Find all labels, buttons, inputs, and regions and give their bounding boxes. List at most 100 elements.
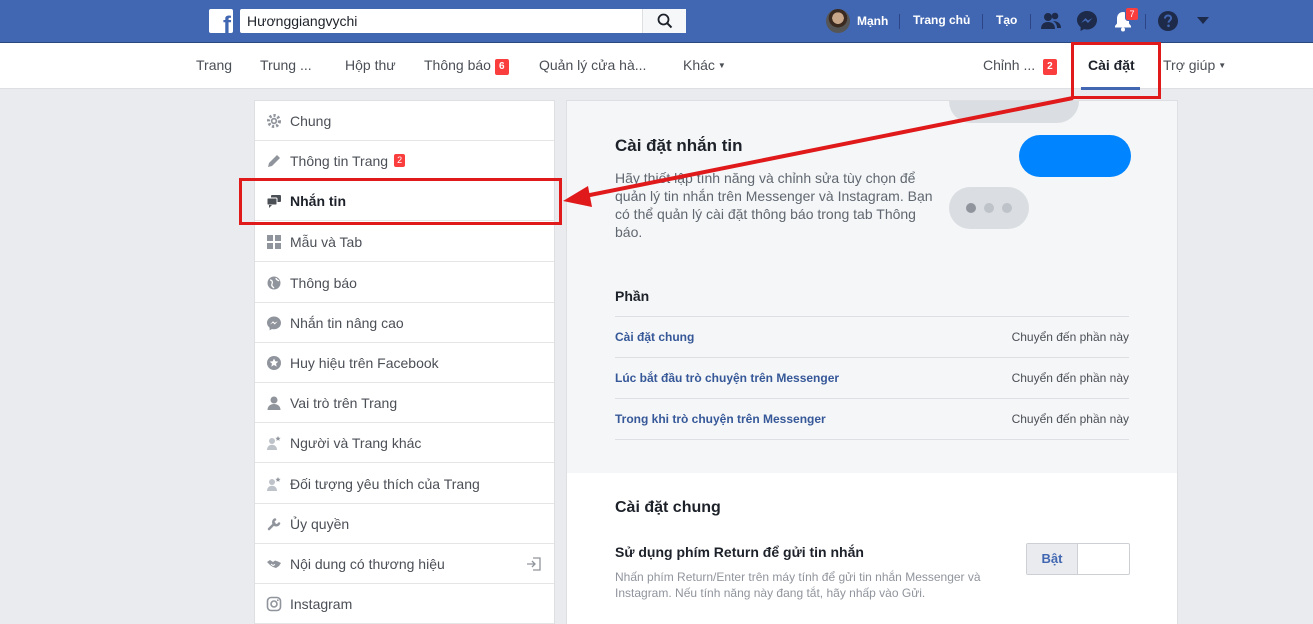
person-star-icon bbox=[265, 434, 283, 452]
nav-help[interactable]: Trợ giúp ▼ bbox=[1163, 57, 1226, 73]
jump-to-section-link[interactable]: Chuyển đến phần này bbox=[1012, 412, 1129, 426]
section-row: Lúc bắt đầu trò chuyện trên Messenger Ch… bbox=[615, 357, 1129, 398]
chevron-down-icon: ▼ bbox=[717, 61, 726, 70]
person-star-icon bbox=[265, 475, 283, 493]
sidebar-item-label: Nhắn tin nâng cao bbox=[290, 314, 404, 331]
sidebar-item-label: Huy hiệu trên Facebook bbox=[290, 354, 439, 371]
globe-icon bbox=[265, 274, 283, 292]
section-row: Cài đặt chung Chuyển đến phần này bbox=[615, 316, 1129, 357]
facebook-logo-icon[interactable]: f bbox=[209, 9, 233, 33]
chat-bubble-illustration bbox=[949, 101, 1079, 123]
user-profile-link[interactable]: Mạnh bbox=[826, 9, 888, 33]
section-row: Trong khi trò chuyện trên Messenger Chuy… bbox=[615, 398, 1129, 439]
user-name: Mạnh bbox=[857, 14, 889, 28]
divider bbox=[899, 14, 900, 29]
typing-dot bbox=[1002, 203, 1012, 213]
sidebar-item-label: Đối tượng yêu thích của Trang bbox=[290, 475, 480, 492]
search-input[interactable] bbox=[240, 9, 640, 33]
sidebar-item-authorizations[interactable]: Ủy quyền bbox=[255, 504, 554, 544]
return-key-option-title: Sử dụng phím Return để gửi tin nhắn bbox=[615, 544, 864, 560]
nav-notifications[interactable]: Thông báo 6 bbox=[424, 57, 509, 75]
divider bbox=[982, 14, 983, 29]
sidebar-item-page-info[interactable]: Thông tin Trang 2 bbox=[255, 141, 554, 181]
typing-dot bbox=[984, 203, 994, 213]
page-title: Cài đặt nhắn tin bbox=[615, 136, 743, 155]
nav-notifications-label: Thông báo bbox=[424, 57, 491, 73]
sidebar-item-label: Ủy quyền bbox=[290, 515, 350, 532]
notification-count-badge: 7 bbox=[1125, 7, 1139, 21]
star-badge-icon bbox=[265, 354, 283, 372]
general-settings-title: Cài đặt chung bbox=[615, 499, 721, 516]
divider bbox=[1030, 14, 1031, 29]
wrench-icon bbox=[265, 515, 283, 533]
return-key-option-description: Nhấn phím Return/Enter trên máy tính để … bbox=[615, 570, 981, 600]
sidebar-item-page-roles[interactable]: Vai trò trên Trang bbox=[255, 383, 554, 423]
search-button[interactable] bbox=[642, 9, 686, 33]
create-link[interactable]: Tạo bbox=[996, 13, 1017, 27]
divider bbox=[615, 439, 1129, 440]
sidebar-item-label: Vai trò trên Trang bbox=[290, 394, 398, 411]
highlight-box-messaging bbox=[239, 178, 562, 225]
friend-requests-icon[interactable] bbox=[1040, 10, 1062, 32]
sidebar-item-label: Thông báo bbox=[290, 274, 357, 291]
handshake-icon bbox=[265, 555, 283, 573]
home-link[interactable]: Trang chủ bbox=[913, 13, 970, 27]
search-icon bbox=[657, 13, 673, 29]
jump-to-section-link[interactable]: Chuyển đến phần này bbox=[1012, 371, 1129, 385]
sidebar-item-label: Nội dung có thương hiệu bbox=[290, 555, 445, 572]
nav-edit-label: Chỉnh ... bbox=[983, 57, 1036, 73]
sidebar-item-branded-content[interactable]: Nội dung có thương hiệu bbox=[255, 544, 554, 584]
sidebar-item-label: Thông tin Trang bbox=[290, 152, 389, 169]
search-box bbox=[240, 9, 686, 33]
messaging-settings-panel: Cài đặt nhắn tin Hãy thiết lập tính năng… bbox=[566, 100, 1178, 624]
sidebar-item-label: Instagram bbox=[290, 595, 353, 612]
section-link-general[interactable]: Cài đặt chung bbox=[615, 330, 694, 344]
nav-notifications-badge: 6 bbox=[494, 59, 509, 75]
top-bar: f Mạnh Trang chủ Tạo 7 bbox=[0, 0, 1313, 43]
external-link-icon[interactable] bbox=[526, 556, 542, 572]
messenger-icon bbox=[265, 314, 283, 332]
sidebar-item-preferred-audience[interactable]: Đối tượng yêu thích của Trang bbox=[255, 464, 554, 504]
gear-icon bbox=[265, 112, 283, 130]
typing-dot bbox=[966, 203, 976, 213]
pencil-icon bbox=[265, 152, 283, 170]
messenger-icon[interactable] bbox=[1076, 10, 1098, 32]
section-link-during-conversation[interactable]: Trong khi trò chuyện trên Messenger bbox=[615, 412, 826, 426]
nav-edit-page[interactable]: Chỉnh ... 2 bbox=[983, 57, 1057, 75]
chevron-down-icon: ▼ bbox=[1218, 61, 1227, 70]
sidebar-item-templates-tabs[interactable]: Mẫu và Tab bbox=[255, 222, 554, 262]
nav-shop-manager[interactable]: Quản lý cửa hà... bbox=[539, 57, 646, 73]
nav-help-label: Trợ giúp bbox=[1163, 57, 1216, 73]
jump-to-section-link[interactable]: Chuyển đến phần này bbox=[1012, 330, 1129, 344]
sidebar-item-general[interactable]: Chung bbox=[255, 101, 554, 141]
highlight-box-settings bbox=[1071, 42, 1161, 99]
nav-inbox[interactable]: Hộp thư bbox=[345, 57, 396, 73]
nav-edit-badge: 2 bbox=[1043, 59, 1057, 75]
grid-icon bbox=[265, 233, 283, 251]
sidebar-item-label: Chung bbox=[290, 112, 332, 129]
sidebar-item-label: Người và Trang khác bbox=[290, 434, 422, 451]
sidebar-item-people-other-pages[interactable]: Người và Trang khác bbox=[255, 423, 554, 463]
page-description: Hãy thiết lập tính năng và chỉnh sửa tùy… bbox=[615, 170, 933, 240]
sidebar-badge: 2 bbox=[394, 154, 406, 167]
nav-more[interactable]: Khác ▼ bbox=[683, 57, 726, 73]
sidebar-item-notifications[interactable]: Thông báo bbox=[255, 263, 554, 303]
sections-heading: Phần bbox=[615, 288, 650, 304]
help-icon[interactable] bbox=[1157, 10, 1179, 32]
sidebar-item-advanced-messaging[interactable]: Nhắn tin nâng cao bbox=[255, 303, 554, 343]
account-menu-caret-icon[interactable] bbox=[1196, 16, 1210, 26]
nav-more-label: Khác bbox=[683, 57, 715, 73]
person-icon bbox=[265, 394, 283, 412]
divider bbox=[1145, 14, 1146, 29]
toggle-on-option[interactable]: Bật bbox=[1027, 544, 1078, 574]
nav-creator-studio[interactable]: Trung ... bbox=[260, 57, 312, 73]
chat-bubble-illustration bbox=[1019, 135, 1131, 177]
typing-indicator-illustration bbox=[949, 187, 1029, 229]
return-key-toggle[interactable]: Bật bbox=[1026, 543, 1130, 575]
sidebar-item-instagram[interactable]: Instagram bbox=[255, 584, 554, 624]
sidebar-item-label: Mẫu và Tab bbox=[290, 233, 363, 250]
sidebar-item-facebook-badges[interactable]: Huy hiệu trên Facebook bbox=[255, 343, 554, 383]
instagram-icon bbox=[265, 595, 283, 613]
nav-page[interactable]: Trang bbox=[196, 57, 232, 73]
section-link-start-conversation[interactable]: Lúc bắt đầu trò chuyện trên Messenger bbox=[615, 371, 839, 385]
